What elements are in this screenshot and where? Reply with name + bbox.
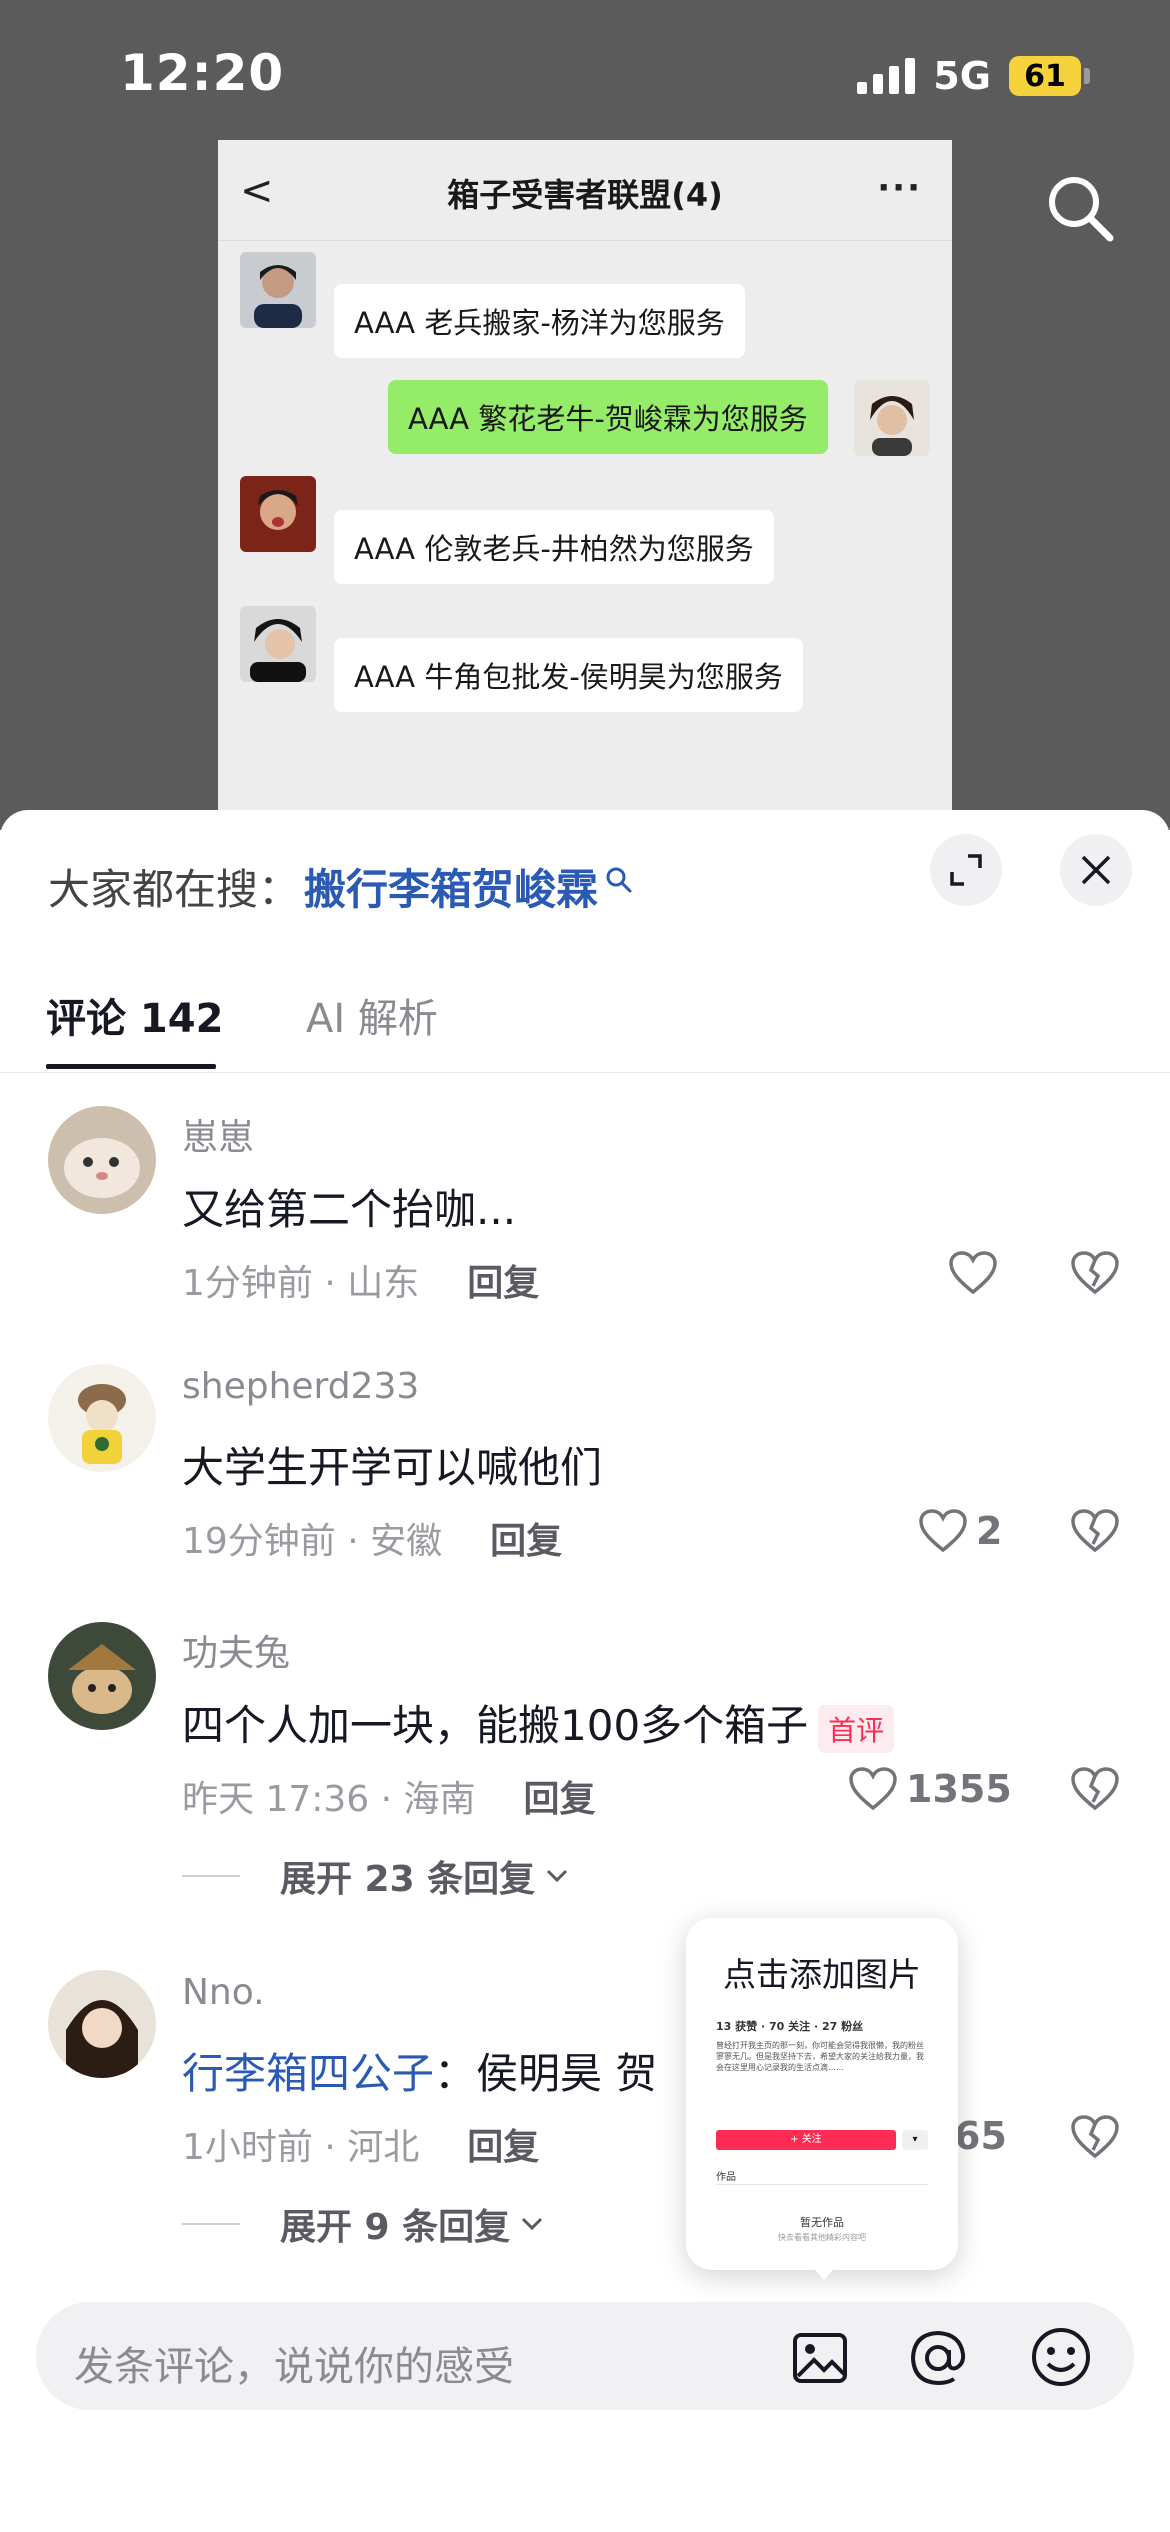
comment-text: 四个人加一块，能搬100多个箱子 首评 bbox=[182, 1692, 895, 1753]
signal-icon bbox=[857, 58, 916, 94]
comment-avatar[interactable] bbox=[48, 1106, 156, 1214]
dislike-button[interactable] bbox=[1070, 1766, 1120, 1812]
comment-avatar[interactable] bbox=[48, 1622, 156, 1730]
popover-empty: 暂无作品 bbox=[800, 2216, 844, 2229]
reply-button[interactable]: 回复 bbox=[467, 2118, 539, 2170]
chat-message: AAA 伦敦老兵-井柏然为您服务 bbox=[334, 510, 774, 584]
battery-icon: 61 bbox=[1009, 56, 1090, 96]
reply-button[interactable]: 回复 bbox=[490, 1512, 562, 1564]
avatar bbox=[854, 380, 930, 456]
emoji-icon[interactable] bbox=[1030, 2326, 1092, 2388]
comment-time-location: 昨天 17:36 · 海南 bbox=[182, 1779, 476, 1820]
dislike-button[interactable] bbox=[1070, 2114, 1120, 2160]
comment-username[interactable]: 崽崽 bbox=[182, 1108, 254, 1160]
broken-heart-icon bbox=[1071, 1251, 1119, 1295]
like-count: 2 bbox=[976, 1509, 1003, 1553]
popover-empty-sub: 快去看看其他精彩内容吧 bbox=[778, 2233, 866, 2242]
heart-icon bbox=[919, 1509, 967, 1553]
status-indicators: 5G 61 bbox=[857, 54, 1090, 98]
battery-level: 61 bbox=[1009, 56, 1081, 96]
chat-title: 箱子受害者联盟(4) bbox=[447, 176, 723, 214]
comment-text: 大学生开学可以喊他们 bbox=[182, 1443, 603, 1492]
comment-time-location: 1分钟前 · 山东 bbox=[182, 1263, 420, 1304]
broken-heart-icon bbox=[1071, 2115, 1119, 2159]
broken-heart-icon bbox=[1071, 1509, 1119, 1553]
avatar bbox=[240, 252, 316, 328]
at-mention-icon[interactable] bbox=[908, 2328, 968, 2388]
comment-meta: 1小时前 · 河北 回复 bbox=[182, 2118, 539, 2170]
like-count: 1355 bbox=[906, 1767, 1012, 1811]
expand-icon bbox=[950, 854, 982, 886]
status-time: 12:20 bbox=[120, 44, 285, 102]
network-label: 5G bbox=[933, 54, 991, 98]
expand-replies[interactable]: 展开 23 条回复 bbox=[182, 1850, 569, 1902]
reply-button[interactable]: 回复 bbox=[467, 1254, 539, 1306]
comment-username[interactable]: 功夫兔 bbox=[182, 1624, 290, 1676]
comment-time-location: 1小时前 · 河北 bbox=[182, 2127, 420, 2168]
comment-input-placeholder: 发条评论，说说你的感受 bbox=[74, 2344, 514, 2390]
comment-avatar[interactable] bbox=[48, 1970, 156, 2078]
tab-comments[interactable]: 评论 142 bbox=[46, 986, 223, 1044]
popover-stats: 13 获赞 · 70 关注 · 27 粉丝 bbox=[716, 2020, 864, 2033]
chat-message: AAA 牛角包批发-侯明昊为您服务 bbox=[334, 638, 803, 712]
popover-title: 点击添加图片 bbox=[723, 1955, 921, 1994]
search-icon[interactable] bbox=[1040, 168, 1120, 248]
dislike-button[interactable] bbox=[1070, 1508, 1120, 1554]
comment-text-body: 四个人加一块，能搬100多个箱子 bbox=[182, 1701, 809, 1750]
comment-input[interactable]: 发条评论，说说你的感受 bbox=[36, 2302, 1134, 2410]
chat-message: AAA 老兵搬家-杨洋为您服务 bbox=[334, 284, 745, 358]
comment-meta: 19分钟前 · 安徽 回复 bbox=[182, 1512, 562, 1564]
hot-search-prefix: 大家都在搜： bbox=[48, 865, 301, 914]
tab-ai-analysis[interactable]: AI 解析 bbox=[306, 986, 438, 1044]
chat-message: AAA 繁花老牛-贺峻霖为您服务 bbox=[388, 380, 828, 454]
expand-replies-label: 展开 23 条回复 bbox=[280, 1859, 536, 1900]
search-small-icon bbox=[606, 867, 632, 892]
chevron-down-icon bbox=[547, 1869, 568, 1883]
expand-button[interactable] bbox=[930, 834, 1002, 906]
broken-heart-icon bbox=[1071, 1767, 1119, 1811]
chevron-down-icon bbox=[522, 2217, 543, 2231]
hot-search[interactable]: 大家都在搜： 搬行李箱贺峻霖 bbox=[48, 856, 634, 917]
popover-arrow bbox=[808, 2262, 840, 2280]
popover-follow-button: + 关注 bbox=[716, 2130, 896, 2150]
divider bbox=[0, 1072, 1170, 1073]
chat-screenshot: < 箱子受害者联盟(4) ··· AAA 老兵搬家-杨洋为您服务 AAA 繁花老… bbox=[218, 140, 952, 830]
popover-dropdown-icon: ▾ bbox=[902, 2130, 928, 2150]
comment-text: 又给第二个抬咖... bbox=[182, 1185, 517, 1234]
dislike-button[interactable] bbox=[1070, 1250, 1120, 1296]
close-icon bbox=[1081, 855, 1111, 885]
tab-underline bbox=[46, 1064, 216, 1069]
like-count-partial: 65 bbox=[954, 2114, 1007, 2158]
like-button[interactable]: 2 bbox=[918, 1508, 1002, 1554]
add-image-popover[interactable]: 点击添加图片 13 获赞 · 70 关注 · 27 粉丝 曾经打开我主页的那一刻… bbox=[686, 1918, 958, 2270]
heart-icon bbox=[849, 1767, 897, 1811]
avatar bbox=[240, 476, 316, 552]
like-button[interactable]: 1355 bbox=[848, 1766, 1012, 1812]
comment-meta: 昨天 17:36 · 海南 回复 bbox=[182, 1770, 596, 1822]
comment-time-location: 19分钟前 · 安徽 bbox=[182, 1521, 443, 1562]
first-comment-badge: 首评 bbox=[818, 1704, 895, 1753]
comment-meta: 1分钟前 · 山东 回复 bbox=[182, 1254, 539, 1306]
comment-avatar[interactable] bbox=[48, 1364, 156, 1472]
image-icon[interactable] bbox=[792, 2332, 848, 2384]
comment-username[interactable]: Nno. bbox=[182, 1972, 265, 2013]
expand-replies[interactable]: 展开 9 条回复 bbox=[182, 2198, 544, 2250]
popover-bio: 曾经打开我主页的那一刻，你可能会觉得我很懒，我的粉丝寥寥无几。但是我坚持下去，希… bbox=[716, 2041, 924, 2072]
reply-button[interactable]: 回复 bbox=[524, 1770, 596, 1822]
hashtag-link[interactable]: 行李箱四公子 bbox=[182, 2049, 434, 2098]
comment-username[interactable]: shepherd233 bbox=[182, 1366, 419, 1407]
expand-replies-label: 展开 9 条回复 bbox=[280, 2207, 511, 2248]
popover-works: 作品 bbox=[716, 2172, 736, 2183]
heart-icon bbox=[949, 1251, 997, 1295]
more-icon: ··· bbox=[877, 168, 922, 208]
avatar bbox=[240, 606, 316, 682]
comment-text-body: ：侯明昊 贺 bbox=[434, 2049, 658, 2098]
hot-search-keyword[interactable]: 搬行李箱贺峻霖 bbox=[304, 856, 598, 917]
like-button[interactable] bbox=[948, 1250, 998, 1296]
close-button[interactable] bbox=[1060, 834, 1132, 906]
